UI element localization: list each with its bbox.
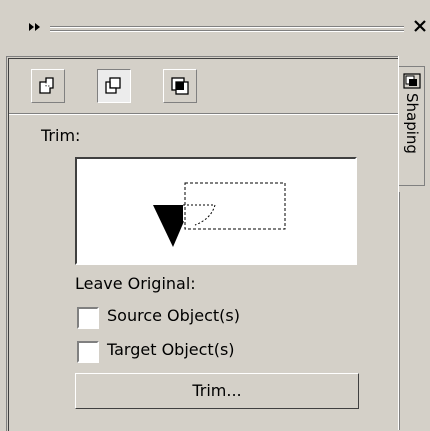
double-chevron-right-icon[interactable]: [28, 22, 42, 35]
shaping-icon: [403, 73, 421, 89]
trim-preview: [75, 157, 357, 265]
intersect-mode-button[interactable]: [163, 69, 197, 103]
source-objects-checkbox[interactable]: [77, 307, 99, 329]
target-objects-checkbox[interactable]: [77, 341, 99, 363]
docker-tab-strip: Shaping: [398, 56, 430, 430]
weld-mode-button[interactable]: [31, 69, 65, 103]
docker-title-bar[interactable]: [0, 0, 430, 58]
trim-button[interactable]: Trim...: [75, 373, 359, 409]
intersect-shapes-icon: [171, 77, 189, 95]
leave-original-label: Leave Original:: [75, 274, 196, 293]
trim-shapes-icon: [105, 77, 121, 94]
grip-line: [50, 30, 404, 32]
shaping-docker-panel: Trim: Leave Original: Source Object(s) T…: [6, 56, 399, 431]
weld-shapes-icon: [39, 77, 54, 94]
separator: [9, 113, 399, 115]
panel-content: Trim: Leave Original: Source Object(s) T…: [8, 58, 399, 431]
trim-preview-illustration: [153, 182, 286, 247]
trim-mode-button[interactable]: [97, 69, 131, 103]
tab-strip-edge: [399, 192, 400, 430]
section-title: Trim:: [41, 126, 81, 145]
source-objects-label[interactable]: Source Object(s): [107, 307, 240, 325]
tab-shaping-label[interactable]: Shaping: [403, 93, 421, 154]
grip-line: [50, 26, 404, 28]
target-objects-label[interactable]: Target Object(s): [107, 341, 235, 359]
close-icon[interactable]: [412, 17, 428, 35]
tab-shaping[interactable]: Shaping: [399, 66, 425, 186]
